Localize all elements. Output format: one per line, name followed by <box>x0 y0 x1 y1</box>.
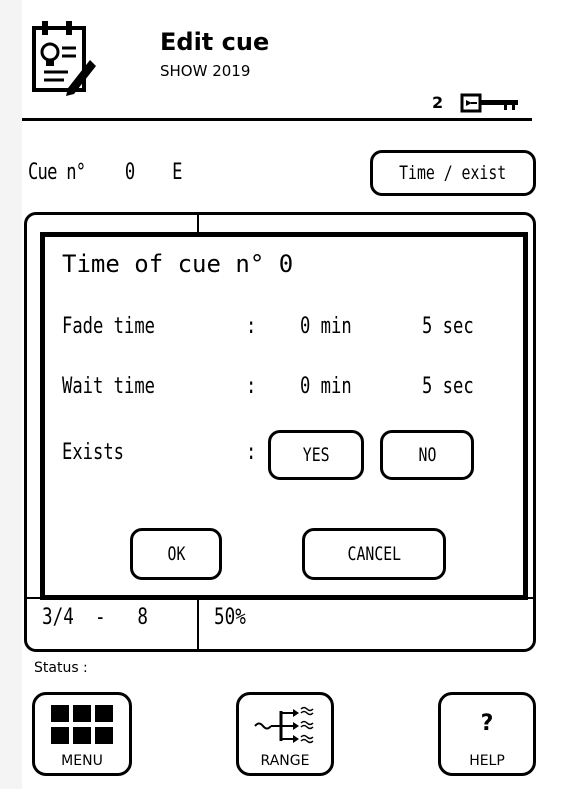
cue-info: Cue n° 0 E <box>28 160 182 185</box>
help-button[interactable]: ? HELP <box>438 692 536 776</box>
status-label: Status : <box>34 660 88 676</box>
wait-time-label: Wait time <box>62 374 155 399</box>
cue-list-range: 3/4 - 8 <box>42 605 148 630</box>
range-icon <box>254 706 314 744</box>
time-exist-label: Time / exist <box>399 162 507 184</box>
exists-label: Exists <box>62 440 124 465</box>
ok-button[interactable]: OK <box>130 528 222 580</box>
wait-time-min[interactable]: 0 min <box>300 374 352 399</box>
cue-list-level: 50% <box>214 605 246 630</box>
time-exist-button[interactable]: Time / exist <box>370 150 536 196</box>
dialog-title: Time of cue n° 0 <box>62 250 294 278</box>
wait-time-sep: : <box>246 374 257 399</box>
range-button[interactable]: RANGE <box>236 692 334 776</box>
no-label: NO <box>418 444 436 466</box>
grid-icon <box>51 705 113 744</box>
fade-time-sec[interactable]: 5 sec <box>422 314 474 339</box>
time-dialog <box>40 232 528 600</box>
ok-label: OK <box>167 543 185 565</box>
cue-label: Cue n° <box>28 160 86 185</box>
page-title: Edit cue <box>160 28 270 56</box>
notepad-pencil-icon <box>32 21 96 96</box>
menu-label: MENU <box>61 753 103 769</box>
wait-time-sec[interactable]: 5 sec <box>422 374 474 399</box>
exists-sep: : <box>246 440 257 465</box>
cancel-label: CANCEL <box>347 543 401 565</box>
menu-button[interactable]: MENU <box>32 692 132 776</box>
key-icon <box>460 93 518 113</box>
access-level: 2 <box>432 93 444 112</box>
cue-number: 0 <box>124 160 135 185</box>
header-divider <box>22 118 532 121</box>
show-name: SHOW 2019 <box>160 62 251 80</box>
help-label: HELP <box>469 753 505 769</box>
question-icon: ? <box>480 711 494 736</box>
fade-time-min[interactable]: 0 min <box>300 314 352 339</box>
no-button[interactable]: NO <box>380 430 474 480</box>
yes-label: YES <box>302 444 330 466</box>
fade-time-sep: : <box>246 314 257 339</box>
yes-button[interactable]: YES <box>268 430 364 480</box>
cue-flag: E <box>172 160 182 185</box>
fade-time-label: Fade time <box>62 314 155 339</box>
range-label: RANGE <box>260 753 310 769</box>
cancel-button[interactable]: CANCEL <box>302 528 446 580</box>
